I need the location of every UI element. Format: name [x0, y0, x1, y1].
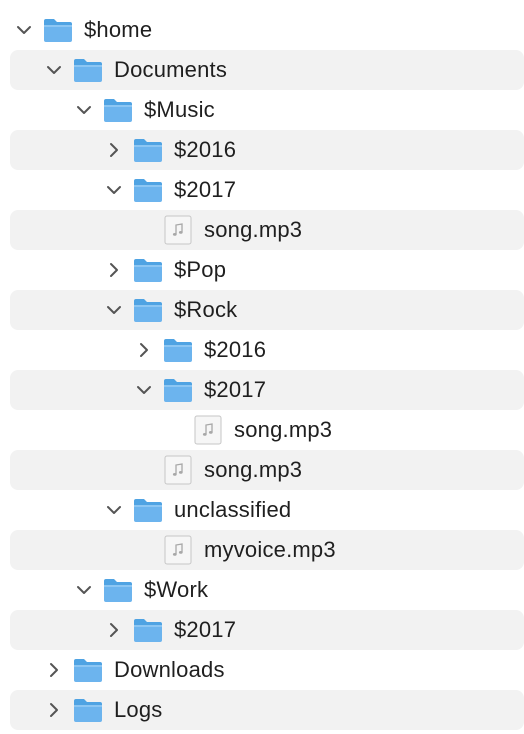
tree-item-label: $home — [84, 17, 153, 42]
audio-file-icon — [192, 414, 224, 446]
folder-icon — [132, 614, 164, 646]
tree-item-label: $2016 — [204, 337, 267, 362]
tree-row[interactable]: $Work — [10, 570, 524, 610]
tree-item-label: song.mp3 — [204, 457, 303, 482]
file-tree: $home Documents $Music $2016 $2017 song.… — [0, 0, 524, 734]
folder-icon — [162, 334, 194, 366]
folder-icon — [102, 94, 134, 126]
chevron-down-icon[interactable] — [104, 300, 124, 320]
chevron-right-icon[interactable] — [104, 260, 124, 280]
chevron-right-icon[interactable] — [134, 340, 154, 360]
folder-icon — [162, 374, 194, 406]
folder-icon — [132, 174, 164, 206]
folder-icon — [42, 14, 74, 46]
folder-icon — [132, 254, 164, 286]
tree-row[interactable]: unclassified — [10, 490, 524, 530]
tree-item-label: $2017 — [174, 177, 237, 202]
chevron-down-icon[interactable] — [104, 500, 124, 520]
audio-file-icon — [162, 214, 194, 246]
folder-icon — [132, 494, 164, 526]
folder-icon — [132, 134, 164, 166]
tree-item-label: myvoice.mp3 — [204, 537, 336, 562]
tree-row[interactable]: $2017 — [10, 170, 524, 210]
chevron-down-icon[interactable] — [74, 580, 94, 600]
tree-row[interactable]: song.mp3 — [10, 450, 524, 490]
tree-item-label: $Music — [144, 97, 215, 122]
chevron-right-icon[interactable] — [104, 140, 124, 160]
tree-row[interactable]: $Music — [10, 90, 524, 130]
chevron-right-icon[interactable] — [44, 700, 64, 720]
tree-item-label: $Rock — [174, 297, 238, 322]
tree-row[interactable]: $home — [10, 10, 524, 50]
tree-row[interactable]: Logs — [10, 690, 524, 730]
tree-item-label: $2016 — [174, 137, 237, 162]
folder-icon — [72, 694, 104, 726]
folder-icon — [102, 574, 134, 606]
folder-icon — [132, 294, 164, 326]
tree-row[interactable]: Downloads — [10, 650, 524, 690]
tree-row[interactable]: $2016 — [10, 130, 524, 170]
folder-icon — [72, 54, 104, 86]
tree-row[interactable]: $2016 — [10, 330, 524, 370]
tree-row[interactable]: $Rock — [10, 290, 524, 330]
folder-icon — [72, 654, 104, 686]
audio-file-icon — [162, 534, 194, 566]
chevron-down-icon[interactable] — [14, 20, 34, 40]
tree-row[interactable]: $2017 — [10, 370, 524, 410]
tree-item-label: Documents — [114, 57, 228, 82]
chevron-down-icon[interactable] — [44, 60, 64, 80]
tree-item-label: $2017 — [174, 617, 237, 642]
tree-row[interactable]: myvoice.mp3 — [10, 530, 524, 570]
tree-row[interactable]: $Pop — [10, 250, 524, 290]
tree-item-label: $Work — [144, 577, 209, 602]
chevron-down-icon[interactable] — [134, 380, 154, 400]
tree-item-label: unclassified — [174, 497, 292, 522]
tree-item-label: Downloads — [114, 657, 225, 682]
tree-item-label: Logs — [114, 697, 163, 722]
chevron-right-icon[interactable] — [44, 660, 64, 680]
chevron-right-icon[interactable] — [104, 620, 124, 640]
chevron-down-icon[interactable] — [104, 180, 124, 200]
tree-row[interactable]: song.mp3 — [10, 210, 524, 250]
tree-item-label: $2017 — [204, 377, 267, 402]
tree-row[interactable]: $2017 — [10, 610, 524, 650]
tree-item-label: song.mp3 — [234, 417, 333, 442]
tree-row[interactable]: Documents — [10, 50, 524, 90]
tree-item-label: song.mp3 — [204, 217, 303, 242]
tree-row[interactable]: song.mp3 — [10, 410, 524, 450]
tree-item-label: $Pop — [174, 257, 227, 282]
chevron-down-icon[interactable] — [74, 100, 94, 120]
audio-file-icon — [162, 454, 194, 486]
